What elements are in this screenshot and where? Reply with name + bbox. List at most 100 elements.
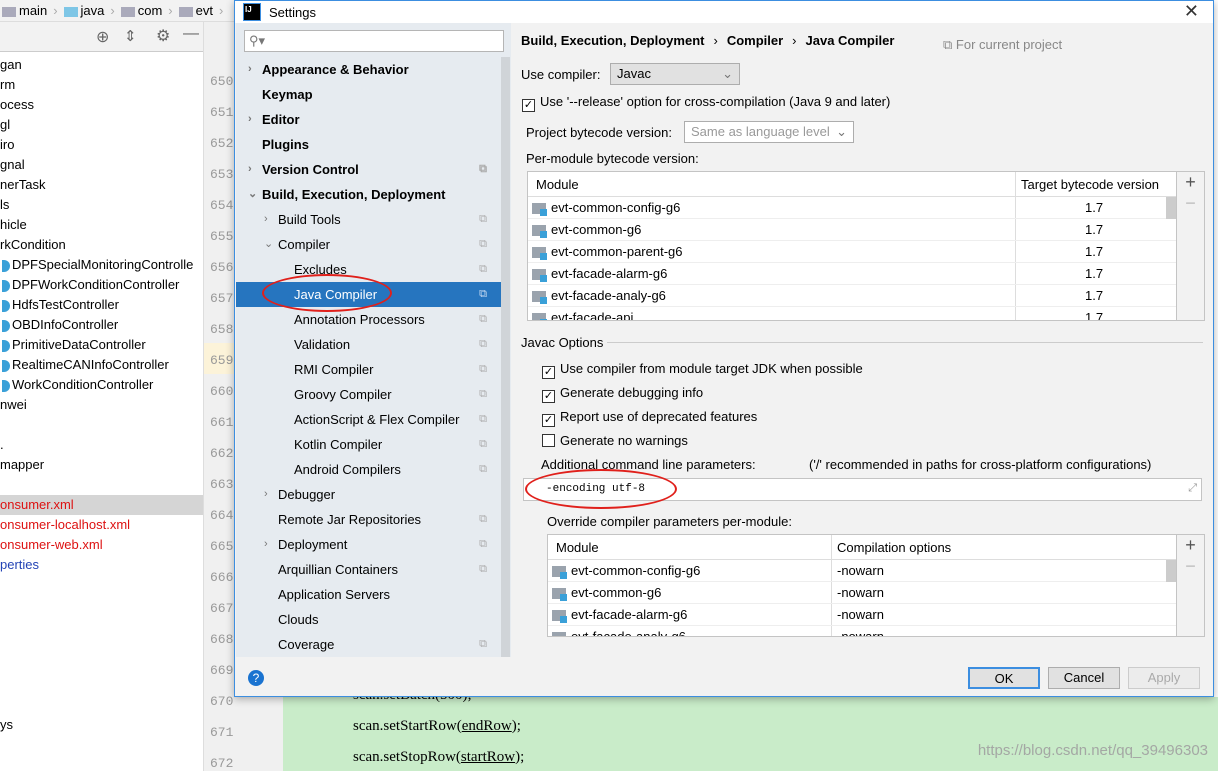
nav-item[interactable]: Android Compilers ⧉ <box>236 457 501 482</box>
nav-item[interactable]: ActionScript & Flex Compiler ⧉ <box>236 407 501 432</box>
nav-item[interactable]: ⌄ Compiler ⧉ <box>236 232 501 257</box>
table-scrollbar[interactable] <box>1166 197 1176 219</box>
javac-option-checkbox[interactable]: ✓ Use compiler from module target JDK whe… <box>542 361 863 379</box>
column-header[interactable]: Module <box>556 535 599 560</box>
nav-item[interactable]: Remote Jar Repositories ⧉ <box>236 507 501 532</box>
tree-item[interactable]: . <box>0 435 203 455</box>
table-row[interactable]: evt-facade-alarm-g6 -nowarn <box>548 604 1176 626</box>
breadcrumb-item[interactable]: evt <box>178 3 213 18</box>
locate-icon[interactable]: ⊕ <box>96 27 109 47</box>
tree-item[interactable]: gl <box>0 115 203 135</box>
nav-item[interactable]: › Version Control ⧉ <box>236 157 501 182</box>
nav-scrollbar[interactable] <box>501 57 510 657</box>
tree-item[interactable] <box>0 635 203 655</box>
javac-option-checkbox[interactable]: Generate no warnings <box>542 433 688 448</box>
table-row[interactable]: evt-common-g6 -nowarn <box>548 582 1176 604</box>
chevron-right-icon[interactable]: › <box>248 157 252 182</box>
table-row[interactable]: evt-common-g6 1.7 <box>528 219 1176 241</box>
tree-item[interactable] <box>0 595 203 615</box>
tree-item[interactable] <box>0 675 203 695</box>
editor-code[interactable]: scan.setBatch(500);scan.setStartRow(endR… <box>283 687 1218 771</box>
add-icon[interactable]: + <box>1177 535 1204 556</box>
compiler-select[interactable]: Javac ⌄ <box>610 63 740 85</box>
table-row[interactable]: evt-common-config-g6 1.7 <box>528 197 1176 219</box>
tree-item[interactable]: RealtimeCANInfoController <box>0 355 203 375</box>
nav-item[interactable]: › Build Tools ⧉ <box>236 207 501 232</box>
nav-item[interactable]: Validation ⧉ <box>236 332 501 357</box>
chevron-right-icon[interactable]: › <box>248 107 252 132</box>
help-icon[interactable]: ? <box>248 670 264 686</box>
nav-item[interactable]: › Deployment ⧉ <box>236 532 501 557</box>
nav-item[interactable]: › Debugger <box>236 482 501 507</box>
tree-item[interactable]: nwei <box>0 395 203 415</box>
collapse-icon[interactable]: ⇕ <box>124 27 137 45</box>
chevron-down-icon[interactable]: ⌄ <box>248 182 257 207</box>
tree-item[interactable]: ls <box>0 195 203 215</box>
tree-item[interactable]: WorkConditionController <box>0 375 203 395</box>
tree-item[interactable]: onsumer-localhost.xml <box>0 515 203 535</box>
nav-item[interactable]: Coverage ⧉ <box>236 632 501 657</box>
close-button[interactable]: ✕ <box>1184 1 1199 22</box>
expand-icon[interactable]: ⤢ <box>1188 479 1197 500</box>
table-row[interactable]: evt-facade-alarm-g6 1.7 <box>528 263 1176 285</box>
tree-item[interactable]: onsumer.xml <box>0 495 203 515</box>
nav-item[interactable]: Kotlin Compiler ⧉ <box>236 432 501 457</box>
tree-item[interactable]: rm <box>0 75 203 95</box>
settings-search-input[interactable]: ⚲▾ <box>244 30 504 52</box>
tree-item[interactable]: nerTask <box>0 175 203 195</box>
nav-item[interactable]: Annotation Processors ⧉ <box>236 307 501 332</box>
nav-item[interactable]: Keymap <box>236 82 501 107</box>
chevron-right-icon[interactable]: › <box>264 207 268 232</box>
apply-button[interactable]: Apply <box>1128 667 1200 689</box>
tree-item[interactable]: mapper <box>0 455 203 475</box>
minimize-icon[interactable]: — <box>183 25 199 43</box>
tree-item[interactable] <box>0 415 203 435</box>
tree-item[interactable]: gnal <box>0 155 203 175</box>
nav-item[interactable]: Application Servers <box>236 582 501 607</box>
tree-item[interactable]: OBDInfoController <box>0 315 203 335</box>
nav-item[interactable]: Clouds <box>236 607 501 632</box>
javac-option-checkbox[interactable]: ✓ Report use of deprecated features <box>542 409 757 427</box>
tree-item[interactable]: perties <box>0 555 203 575</box>
ok-button[interactable]: OK <box>968 667 1040 689</box>
remove-icon[interactable]: − <box>1177 193 1204 214</box>
tree-item[interactable]: onsumer-web.xml <box>0 535 203 555</box>
table-row[interactable]: evt-facade-analy-g6 -nowarn <box>548 626 1176 636</box>
checkbox[interactable]: ✓ <box>542 366 555 379</box>
tree-item[interactable]: hicle <box>0 215 203 235</box>
chevron-right-icon[interactable]: › <box>248 57 252 82</box>
table-row[interactable]: evt-facade-analy-g6 1.7 <box>528 285 1176 307</box>
tree-item[interactable]: ys <box>0 715 203 735</box>
table-row[interactable]: evt-common-parent-g6 1.7 <box>528 241 1176 263</box>
add-icon[interactable]: + <box>1177 172 1204 193</box>
nav-item[interactable]: › Appearance & Behavior <box>236 57 501 82</box>
cancel-button[interactable]: Cancel <box>1048 667 1120 689</box>
tree-item[interactable] <box>0 615 203 635</box>
tree-item[interactable]: DPFWorkConditionController <box>0 275 203 295</box>
table-scrollbar[interactable] <box>1166 560 1176 582</box>
remove-icon[interactable]: − <box>1177 556 1204 577</box>
javac-option-checkbox[interactable]: ✓ Generate debugging info <box>542 385 703 403</box>
nav-item[interactable]: › Editor <box>236 107 501 132</box>
tree-item[interactable] <box>0 575 203 595</box>
breadcrumb-item[interactable]: com <box>120 3 162 18</box>
nav-item[interactable]: Groovy Compiler ⧉ <box>236 382 501 407</box>
nav-item[interactable]: ⌄ Build, Execution, Deployment <box>236 182 501 207</box>
tree-item[interactable]: iro <box>0 135 203 155</box>
table-row[interactable]: evt-facade-api 1.7 <box>528 307 1176 320</box>
column-header[interactable]: Module <box>536 172 579 197</box>
nav-item[interactable]: RMI Compiler ⧉ <box>236 357 501 382</box>
checkbox[interactable]: ✓ <box>522 99 535 112</box>
table-row[interactable]: evt-common-config-g6 -nowarn <box>548 560 1176 582</box>
tree-item[interactable]: gan <box>0 55 203 75</box>
tree-item[interactable]: PrimitiveDataController <box>0 335 203 355</box>
tree-item[interactable]: rkCondition <box>0 235 203 255</box>
gear-icon[interactable]: ⚙ <box>156 26 170 46</box>
column-header[interactable]: Compilation options <box>837 535 951 560</box>
breadcrumb-item[interactable]: java <box>63 3 104 18</box>
column-header[interactable]: Target bytecode version <box>1021 172 1159 197</box>
chevron-right-icon[interactable]: › <box>264 532 268 557</box>
checkbox[interactable] <box>542 434 555 447</box>
tree-item[interactable] <box>0 695 203 715</box>
checkbox[interactable]: ✓ <box>542 390 555 403</box>
